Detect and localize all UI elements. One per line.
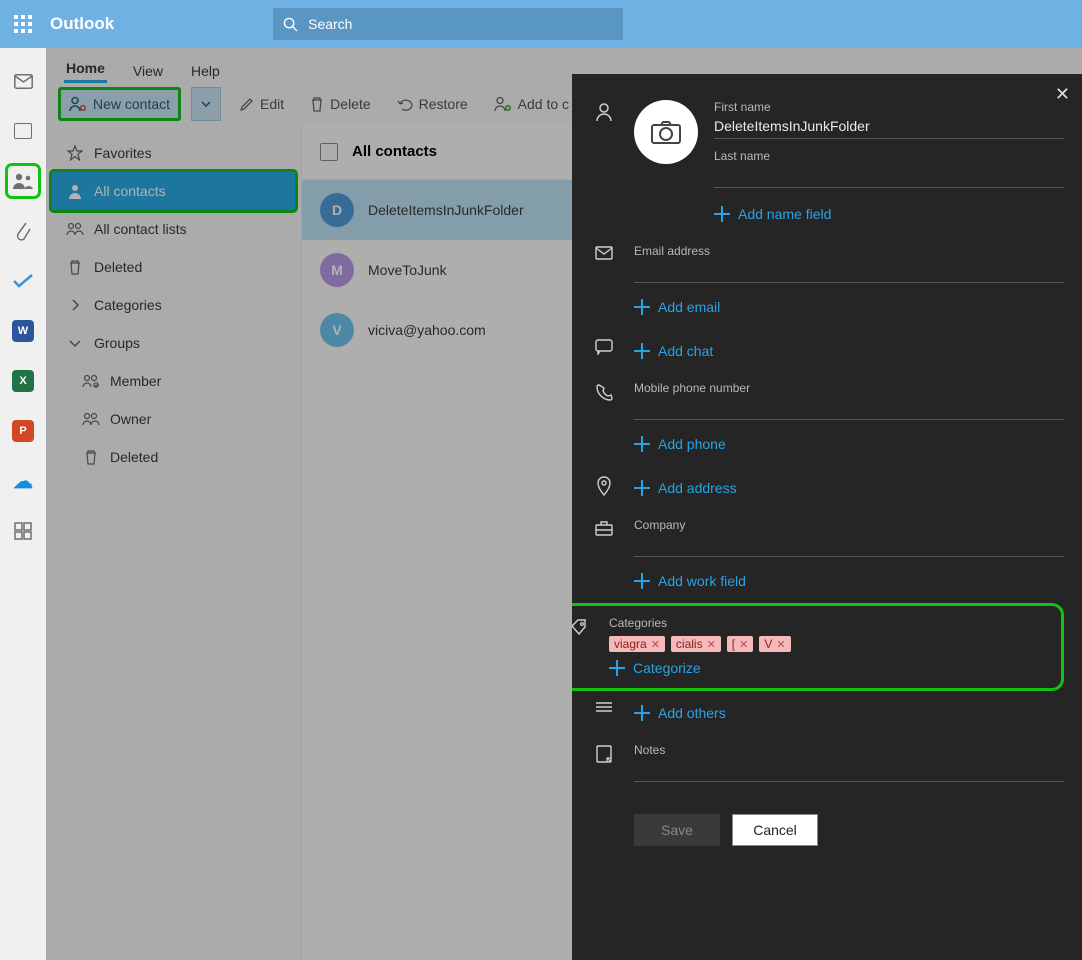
close-button[interactable]: ✕ — [1055, 84, 1070, 105]
notes-input[interactable] — [634, 759, 1064, 782]
email-input[interactable] — [634, 260, 1064, 283]
left-rail: W X P ☁ — [0, 48, 46, 960]
list-icon — [595, 701, 613, 713]
plus-icon — [714, 206, 730, 222]
chip-label: V — [764, 637, 772, 651]
last-name-input[interactable] — [714, 165, 1064, 188]
location-icon — [596, 476, 612, 496]
category-chip[interactable]: cialis ✕ — [671, 636, 721, 652]
category-chip[interactable]: viagra ✕ — [609, 636, 665, 652]
add-work-link[interactable]: Add work field — [634, 573, 1064, 589]
mail-icon — [595, 246, 613, 260]
company-input[interactable] — [634, 534, 1064, 557]
chip-remove-icon[interactable]: ✕ — [739, 638, 748, 651]
people-icon[interactable] — [8, 166, 38, 196]
chip-label: cialis — [676, 637, 703, 651]
plus-icon — [634, 573, 650, 589]
add-chat-link[interactable]: Add chat — [634, 343, 1064, 359]
plus-icon — [634, 299, 650, 315]
photo-placeholder[interactable] — [634, 100, 698, 164]
excel-icon[interactable]: X — [8, 366, 38, 396]
chat-icon — [595, 339, 613, 355]
plus-icon — [634, 343, 650, 359]
add-address-link[interactable]: Add address — [634, 480, 1064, 496]
address-section: Add address — [590, 466, 1064, 510]
briefcase-icon — [595, 520, 613, 536]
word-icon[interactable]: W — [8, 316, 38, 346]
categories-label: Categories — [609, 616, 1051, 630]
add-others-link[interactable]: Add others — [634, 705, 1064, 721]
onedrive-icon[interactable]: ☁ — [8, 466, 38, 496]
add-name-field-link[interactable]: Add name field — [714, 206, 1064, 222]
person-icon — [595, 102, 613, 122]
add-phone-link[interactable]: Add phone — [634, 436, 1064, 452]
chip-remove-icon[interactable]: ✕ — [707, 638, 716, 651]
todo-icon[interactable] — [8, 266, 38, 296]
search-box[interactable]: Search — [273, 8, 623, 40]
mail-icon[interactable] — [8, 66, 38, 96]
title-bar: Outlook Search — [0, 0, 1082, 48]
category-chip[interactable]: V✕ — [759, 636, 790, 652]
email-section: Email address Add email — [590, 236, 1064, 329]
name-section: First name Last name Add name field — [590, 92, 1064, 236]
last-name-label: Last name — [714, 149, 1064, 163]
notes-section: Notes — [590, 735, 1064, 796]
plus-icon — [634, 480, 650, 496]
app-name: Outlook — [50, 14, 114, 34]
chip-label: viagra — [614, 637, 647, 651]
files-icon[interactable] — [8, 216, 38, 246]
powerpoint-icon[interactable]: P — [8, 416, 38, 446]
category-chip[interactable]: [✕ — [727, 636, 754, 652]
categories-highlighted: Categories viagra✕cialis✕[✕V✕ Categorize — [572, 603, 1064, 691]
email-label: Email address — [634, 244, 1064, 258]
edit-contact-panel: ✕ First name Last name Add name field Em… — [572, 74, 1082, 960]
more-apps-icon[interactable] — [8, 516, 38, 546]
first-name-input[interactable] — [714, 116, 1064, 139]
categories-section: Categories viagra✕cialis✕[✕V✕ Categorize — [593, 616, 1051, 676]
phone-icon — [595, 383, 613, 401]
search-placeholder: Search — [308, 16, 352, 32]
calendar-icon[interactable] — [8, 116, 38, 146]
company-label: Company — [634, 518, 1064, 532]
search-icon — [283, 17, 298, 32]
chat-section: Add chat — [590, 329, 1064, 373]
categorize-link[interactable]: Categorize — [609, 660, 1051, 676]
save-button[interactable]: Save — [634, 814, 720, 846]
chip-remove-icon[interactable]: ✕ — [651, 638, 660, 651]
notes-label: Notes — [634, 743, 1064, 757]
company-section: Company Add work field — [590, 510, 1064, 603]
app-launcher-icon[interactable] — [14, 15, 32, 33]
add-email-link[interactable]: Add email — [634, 299, 1064, 315]
phone-input[interactable] — [634, 397, 1064, 420]
others-section: Add others — [590, 691, 1064, 735]
plus-icon — [609, 660, 625, 676]
chip-remove-icon[interactable]: ✕ — [776, 638, 785, 651]
first-name-label: First name — [714, 100, 1064, 114]
plus-icon — [634, 705, 650, 721]
tag-icon — [572, 618, 588, 636]
chip-label: [ — [732, 637, 735, 651]
plus-icon — [634, 436, 650, 452]
panel-footer: Save Cancel — [590, 814, 1064, 846]
note-icon — [596, 745, 612, 763]
phone-label: Mobile phone number — [634, 381, 1064, 395]
phone-section: Mobile phone number Add phone — [590, 373, 1064, 466]
cancel-button[interactable]: Cancel — [732, 814, 818, 846]
camera-icon — [651, 120, 681, 144]
